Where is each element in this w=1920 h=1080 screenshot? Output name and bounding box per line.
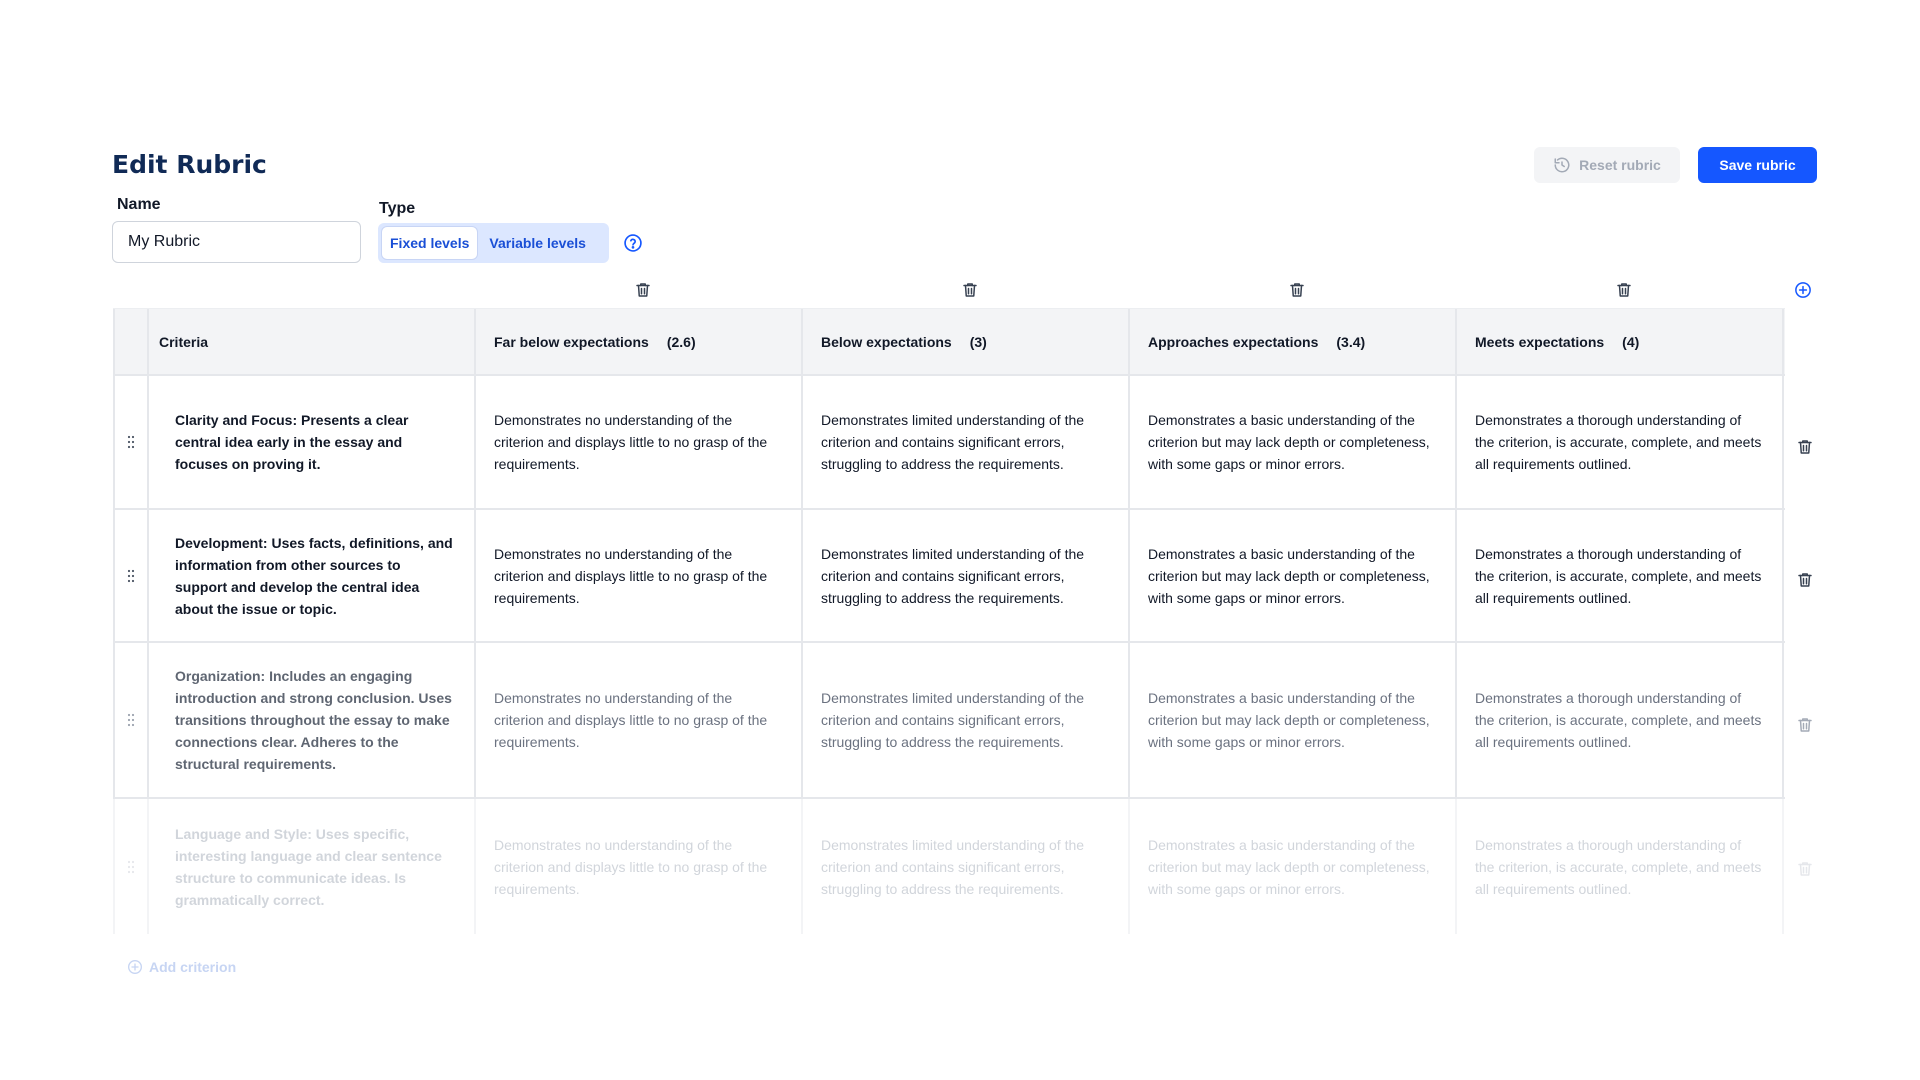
- level-description-cell[interactable]: Demonstrates a basic understanding of th…: [1130, 376, 1457, 508]
- level-description-cell[interactable]: Demonstrates no understanding of the cri…: [476, 643, 803, 797]
- variable-levels-option[interactable]: Variable levels: [481, 227, 594, 259]
- level-name: Approaches expectations: [1148, 333, 1319, 350]
- delete-column-trash-icon[interactable]: [961, 281, 979, 299]
- delete-row-trash-icon[interactable]: [1796, 571, 1814, 589]
- delete-column-trash-icon[interactable]: [1288, 281, 1306, 299]
- level-score: (3.4): [1336, 333, 1366, 350]
- fixed-levels-option[interactable]: Fixed levels: [382, 227, 478, 259]
- history-icon: [1554, 157, 1570, 173]
- save-rubric-button[interactable]: Save rubric: [1698, 147, 1817, 183]
- level-description-cell[interactable]: Demonstrates a thorough understanding of…: [1457, 510, 1784, 641]
- drag-handle[interactable]: [113, 376, 149, 508]
- delete-column-trash-icon[interactable]: [634, 281, 652, 299]
- criterion-cell[interactable]: Development: Uses facts, definitions, an…: [149, 510, 476, 641]
- edit-rubric-page: Edit Rubric Reset rubric Save rubric Nam…: [0, 0, 1920, 1080]
- level-description-cell[interactable]: Demonstrates a thorough understanding of…: [1457, 643, 1784, 797]
- drag-handle[interactable]: [113, 643, 149, 797]
- drag-handle-icon: [127, 713, 135, 727]
- level-description-cell[interactable]: Demonstrates no understanding of the cri…: [476, 376, 803, 508]
- add-criterion-button[interactable]: Add criterion: [127, 959, 236, 975]
- add-criterion-label: Add criterion: [149, 959, 237, 975]
- level-column-header[interactable]: Approaches expectations (3.4): [1130, 309, 1457, 374]
- delete-row-trash-icon[interactable]: [1796, 438, 1814, 456]
- rubric-table: Criteria Far below expectations (2.6) Be…: [113, 308, 1785, 934]
- table-row: Development: Uses facts, definitions, an…: [113, 510, 1785, 643]
- criteria-column-header: Criteria: [149, 309, 476, 374]
- level-column-header[interactable]: Far below expectations (2.6): [476, 309, 803, 374]
- reset-rubric-label: Reset rubric: [1579, 157, 1661, 173]
- name-label: Name: [117, 196, 161, 213]
- level-description-cell[interactable]: Demonstrates a thorough understanding of…: [1457, 799, 1784, 934]
- delete-row-trash-icon[interactable]: [1796, 860, 1814, 878]
- level-description-cell[interactable]: Demonstrates limited understanding of th…: [803, 643, 1130, 797]
- drag-handle-icon: [127, 569, 135, 582]
- header-handle-spacer: [113, 309, 149, 374]
- level-description-cell[interactable]: Demonstrates limited understanding of th…: [803, 376, 1130, 508]
- type-label: Type: [379, 200, 416, 217]
- level-description-cell[interactable]: Demonstrates limited understanding of th…: [803, 799, 1130, 934]
- level-column-header[interactable]: Meets expectations (4): [1457, 309, 1784, 374]
- criterion-text: Language and Style: Uses specific, inter…: [175, 825, 442, 908]
- table-header-row: Criteria Far below expectations (2.6) Be…: [113, 308, 1785, 376]
- criterion-cell[interactable]: Language and Style: Uses specific, inter…: [149, 799, 476, 934]
- criterion-text: Clarity and Focus: Presents a clear cent…: [175, 412, 409, 472]
- level-score: (3): [969, 333, 987, 350]
- plus-circle-icon: [128, 960, 142, 974]
- level-description-cell[interactable]: Demonstrates no understanding of the cri…: [476, 799, 803, 934]
- drag-handle-icon: [127, 860, 135, 873]
- type-segmented-control: Fixed levels Variable levels: [378, 223, 609, 263]
- table-row: Clarity and Focus: Presents a clear cent…: [113, 376, 1785, 510]
- criterion-text: Development: Uses facts, definitions, an…: [175, 534, 453, 617]
- level-description-cell[interactable]: Demonstrates no understanding of the cri…: [476, 510, 803, 641]
- table-row: Organization: Includes an engaging intro…: [113, 643, 1785, 799]
- criterion-text: Organization: Includes an engaging intro…: [175, 668, 452, 772]
- level-description-cell[interactable]: Demonstrates a thorough understanding of…: [1457, 376, 1784, 508]
- level-description-cell[interactable]: Demonstrates a basic understanding of th…: [1130, 643, 1457, 797]
- level-description-cell[interactable]: Demonstrates a basic understanding of th…: [1130, 510, 1457, 641]
- delete-row-trash-icon[interactable]: [1796, 716, 1814, 734]
- page-title: Edit Rubric: [112, 150, 267, 179]
- table-row: Language and Style: Uses specific, inter…: [113, 799, 1785, 934]
- level-column-header[interactable]: Below expectations (3): [803, 309, 1130, 374]
- rubric-name-input[interactable]: [112, 221, 361, 263]
- level-name: Far below expectations: [494, 333, 649, 350]
- reset-rubric-button[interactable]: Reset rubric: [1534, 147, 1680, 183]
- level-score: (4): [1622, 333, 1640, 350]
- criterion-cell[interactable]: Organization: Includes an engaging intro…: [149, 643, 476, 797]
- level-score: (2.6): [666, 333, 696, 350]
- delete-column-trash-icon[interactable]: [1615, 281, 1633, 299]
- drag-handle[interactable]: [113, 510, 149, 641]
- level-name: Meets expectations: [1475, 333, 1605, 350]
- add-column-plus-circle-icon[interactable]: [1794, 281, 1812, 299]
- drag-handle-icon: [127, 435, 135, 449]
- level-description-cell[interactable]: Demonstrates a basic understanding of th…: [1130, 799, 1457, 934]
- level-description-cell[interactable]: Demonstrates limited understanding of th…: [803, 510, 1130, 641]
- help-circle-icon[interactable]: [623, 233, 643, 253]
- drag-handle[interactable]: [113, 799, 149, 934]
- criterion-cell[interactable]: Clarity and Focus: Presents a clear cent…: [149, 376, 476, 508]
- level-name: Below expectations: [821, 333, 952, 350]
